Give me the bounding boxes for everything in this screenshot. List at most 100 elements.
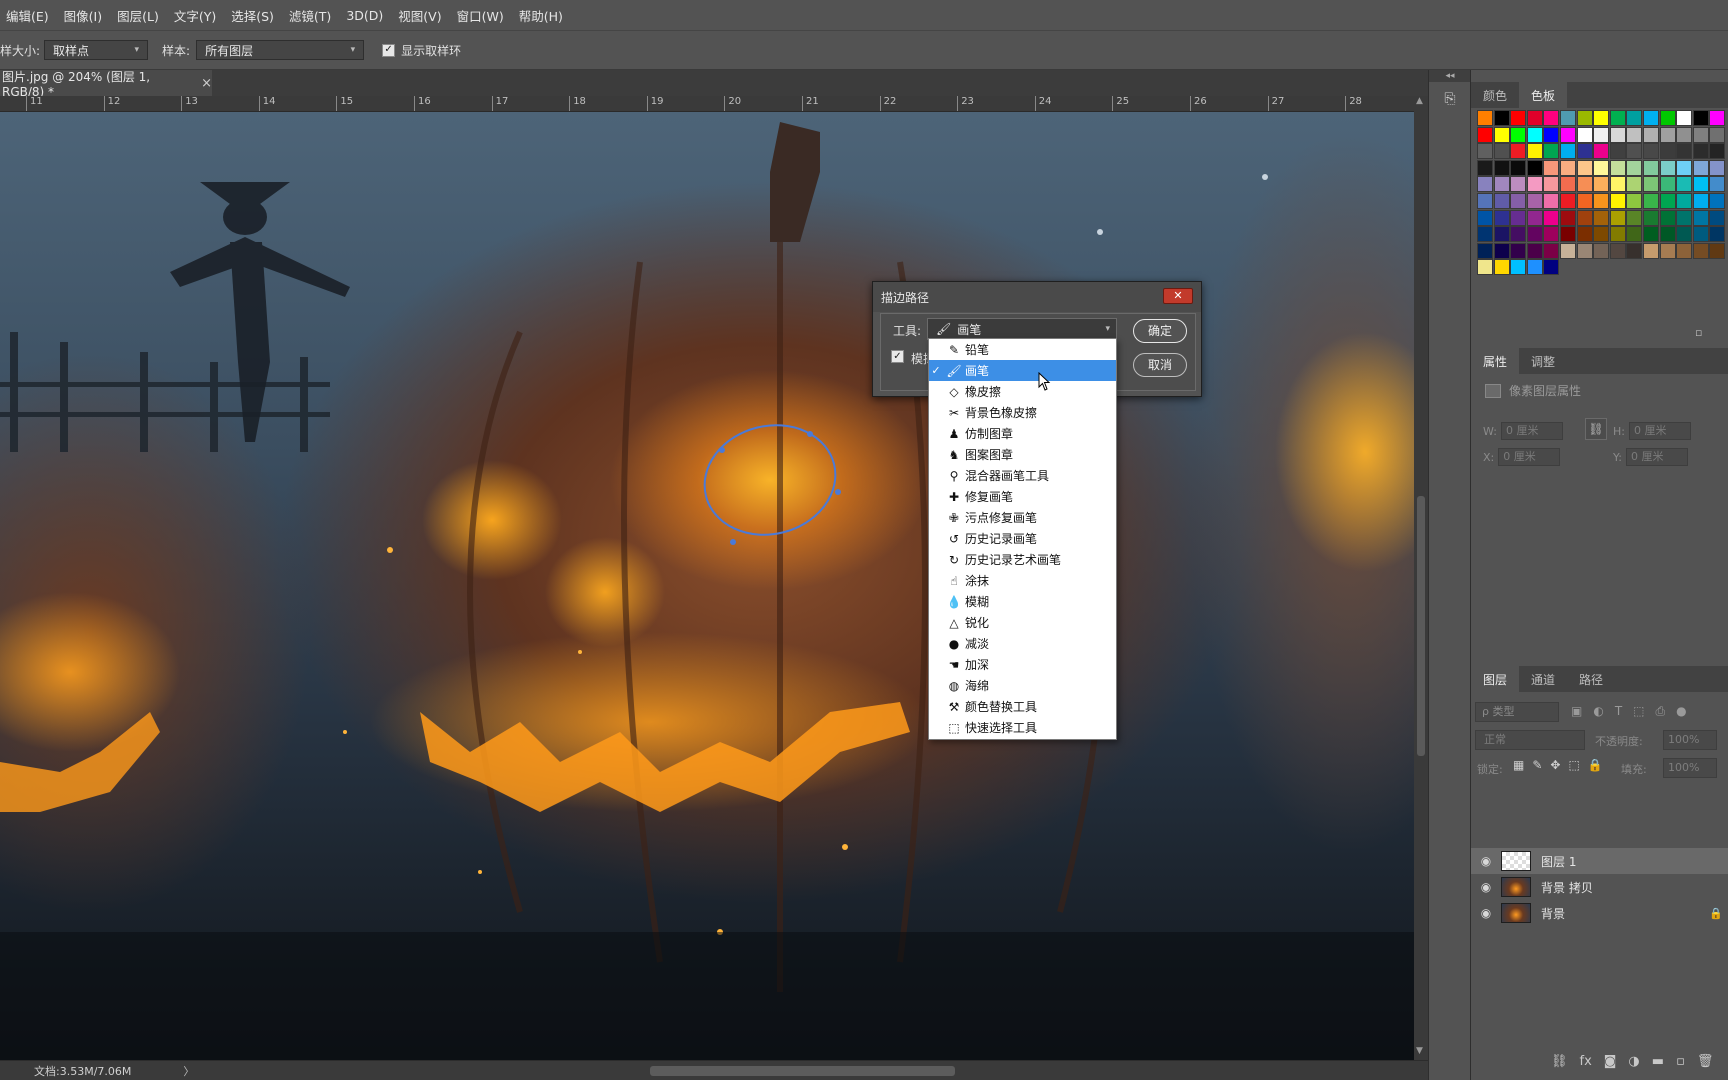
layers-panel-tab[interactable]: 图层 bbox=[1471, 666, 1520, 692]
document-canvas[interactable] bbox=[0, 112, 1414, 1060]
color-swatch[interactable] bbox=[1676, 143, 1693, 160]
color-swatch[interactable] bbox=[1593, 126, 1610, 143]
color-swatch[interactable] bbox=[1593, 176, 1610, 193]
color-swatch[interactable] bbox=[1477, 193, 1493, 209]
color-swatch[interactable] bbox=[1593, 110, 1610, 126]
color-swatch[interactable] bbox=[1526, 159, 1543, 176]
color-swatch[interactable] bbox=[1709, 126, 1726, 143]
tool-option[interactable]: ♞ 图案图章 bbox=[929, 444, 1116, 465]
layer-mask-icon[interactable]: ◙ bbox=[1604, 1054, 1617, 1069]
tool-option[interactable]: ⚒ 颜色替换工具 bbox=[929, 696, 1116, 717]
color-swatch[interactable] bbox=[1493, 143, 1510, 160]
color-swatch[interactable] bbox=[1692, 242, 1709, 259]
scrollbar-thumb[interactable] bbox=[1417, 496, 1425, 756]
color-swatch[interactable] bbox=[1626, 143, 1643, 160]
tool-option[interactable]: ✓ 🖌 画笔 bbox=[929, 360, 1116, 381]
tool-option[interactable]: ♟ 仿制图章 bbox=[929, 423, 1116, 444]
history-panel-icon[interactable]: ⎘ bbox=[1439, 88, 1461, 110]
scroll-down-icon[interactable]: ▼ bbox=[1416, 1046, 1423, 1056]
color-swatch[interactable] bbox=[1510, 143, 1527, 160]
tool-option[interactable]: ⬚ 快速选择工具 bbox=[929, 717, 1116, 738]
color-swatch[interactable] bbox=[1543, 143, 1560, 160]
color-swatch[interactable] bbox=[1560, 143, 1576, 160]
color-swatch[interactable] bbox=[1477, 110, 1493, 126]
layer-row[interactable]: ◉ 背景 🔒 bbox=[1471, 900, 1728, 926]
color-swatch[interactable] bbox=[1543, 126, 1560, 143]
color-swatch[interactable] bbox=[1709, 226, 1726, 243]
tool-option[interactable]: ↺ 历史记录画笔 bbox=[929, 528, 1116, 549]
color-swatch[interactable] bbox=[1709, 209, 1726, 226]
visibility-eye-icon[interactable]: ◉ bbox=[1471, 854, 1501, 868]
color-swatch[interactable] bbox=[1576, 226, 1593, 243]
menu-item[interactable]: 滤镜(T) bbox=[289, 6, 331, 25]
color-swatch[interactable] bbox=[1709, 193, 1726, 209]
color-swatch[interactable] bbox=[1609, 193, 1626, 209]
color-swatch[interactable] bbox=[1576, 143, 1593, 160]
lock-position-icon[interactable]: ✥ bbox=[1550, 758, 1560, 772]
color-swatch[interactable] bbox=[1676, 242, 1693, 259]
color-swatch[interactable] bbox=[1676, 176, 1693, 193]
color-swatch[interactable] bbox=[1626, 176, 1643, 193]
color-swatch[interactable] bbox=[1659, 159, 1676, 176]
color-swatch[interactable] bbox=[1676, 209, 1693, 226]
type-filter-icon[interactable]: T bbox=[1615, 704, 1622, 719]
tool-option[interactable]: ◍ 海绵 bbox=[929, 675, 1116, 696]
color-swatch[interactable] bbox=[1659, 126, 1676, 143]
color-swatch[interactable] bbox=[1477, 143, 1493, 160]
opacity-field[interactable]: 100% bbox=[1663, 730, 1717, 750]
color-swatch[interactable] bbox=[1593, 242, 1610, 259]
color-swatch[interactable] bbox=[1643, 126, 1659, 143]
color-swatch[interactable] bbox=[1477, 259, 1493, 276]
color-swatch[interactable] bbox=[1493, 110, 1510, 126]
color-swatch[interactable] bbox=[1560, 176, 1576, 193]
color-swatch[interactable] bbox=[1692, 176, 1709, 193]
visibility-eye-icon[interactable]: ◉ bbox=[1471, 880, 1501, 894]
color-swatch[interactable] bbox=[1643, 159, 1659, 176]
color-swatch[interactable] bbox=[1692, 143, 1709, 160]
color-swatch[interactable] bbox=[1659, 209, 1676, 226]
layer-row[interactable]: ◉ 图层 1 bbox=[1471, 848, 1728, 874]
scroll-up-icon[interactable]: ▲ bbox=[1416, 96, 1423, 106]
sample-select[interactable]: 所有图层 ▾ bbox=[196, 40, 365, 60]
menu-item[interactable]: 文字(Y) bbox=[174, 6, 216, 25]
color-swatch[interactable] bbox=[1543, 209, 1560, 226]
color-swatch[interactable] bbox=[1609, 209, 1626, 226]
color-swatch[interactable] bbox=[1576, 110, 1593, 126]
smart-object-filter-icon[interactable]: ⎙ bbox=[1656, 704, 1666, 719]
tool-option[interactable]: ◇ 橡皮擦 bbox=[929, 381, 1116, 402]
ok-button[interactable]: 确定 bbox=[1133, 319, 1187, 343]
color-swatch[interactable] bbox=[1510, 259, 1527, 276]
layers-panel-tab[interactable]: 通道 bbox=[1519, 666, 1567, 692]
color-swatch[interactable] bbox=[1560, 226, 1576, 243]
color-swatch[interactable] bbox=[1676, 110, 1693, 126]
color-swatch[interactable] bbox=[1709, 159, 1726, 176]
color-swatch[interactable] bbox=[1576, 159, 1593, 176]
tool-option[interactable]: ⚲ 混合器画笔工具 bbox=[929, 465, 1116, 486]
color-swatch[interactable] bbox=[1692, 110, 1709, 126]
color-swatch[interactable] bbox=[1543, 176, 1560, 193]
color-swatch[interactable] bbox=[1609, 159, 1626, 176]
blend-mode-select[interactable]: 正常 bbox=[1475, 730, 1585, 750]
color-swatch[interactable] bbox=[1709, 143, 1726, 160]
color-swatch[interactable] bbox=[1676, 159, 1693, 176]
color-swatch[interactable] bbox=[1543, 226, 1560, 243]
color-swatch[interactable] bbox=[1510, 193, 1527, 209]
tool-option[interactable]: ✎ 铅笔 bbox=[929, 339, 1116, 360]
color-swatch[interactable] bbox=[1643, 209, 1659, 226]
color-swatch[interactable] bbox=[1526, 176, 1543, 193]
color-swatch[interactable] bbox=[1626, 193, 1643, 209]
color-swatch[interactable] bbox=[1477, 159, 1493, 176]
close-icon[interactable]: × bbox=[201, 76, 212, 91]
prop-x-field[interactable]: 0 厘米 bbox=[1498, 448, 1561, 466]
properties-panel-tab[interactable]: 调整 bbox=[1519, 348, 1567, 374]
color-swatch[interactable] bbox=[1659, 110, 1676, 126]
prop-width-field[interactable]: 0 厘米 bbox=[1500, 422, 1563, 440]
color-swatch[interactable] bbox=[1593, 193, 1610, 209]
color-swatch[interactable] bbox=[1676, 193, 1693, 209]
color-swatch[interactable] bbox=[1659, 242, 1676, 259]
color-swatch[interactable] bbox=[1676, 226, 1693, 243]
menu-item[interactable]: 窗口(W) bbox=[457, 6, 504, 25]
tool-option[interactable]: ✂ 背景色橡皮擦 bbox=[929, 402, 1116, 423]
color-swatch[interactable] bbox=[1493, 193, 1510, 209]
color-swatch[interactable] bbox=[1526, 193, 1543, 209]
